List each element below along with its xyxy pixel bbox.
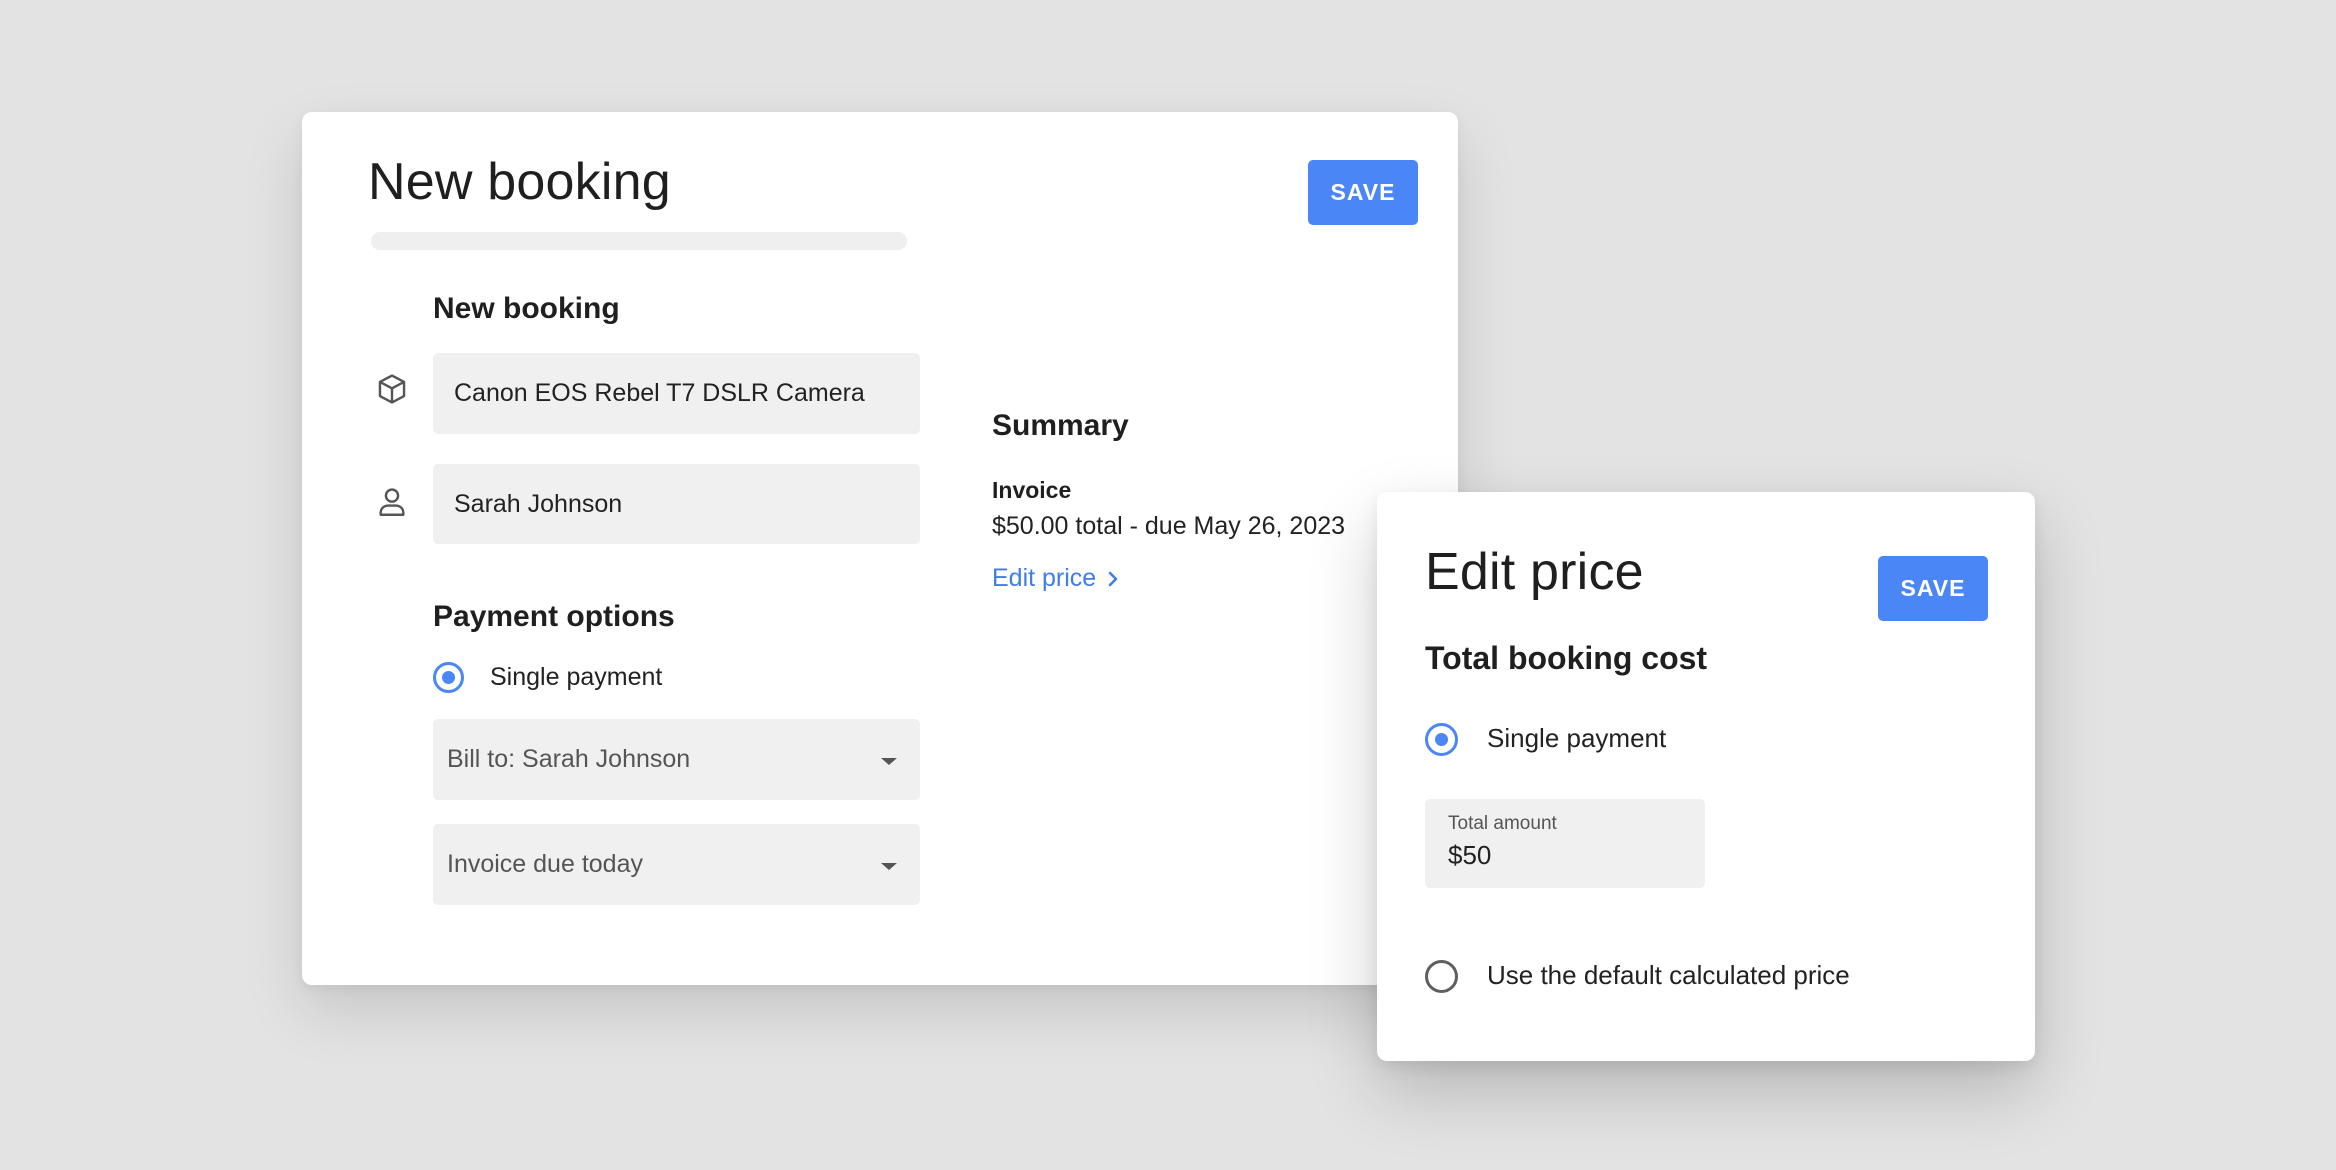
bill-to-select[interactable]: Bill to: Sarah Johnson xyxy=(433,719,920,800)
customer-field-value: Sarah Johnson xyxy=(454,489,623,518)
caret-down-icon xyxy=(881,862,897,870)
total-amount-field[interactable]: Total amount $50 xyxy=(1425,799,1705,888)
edit-price-card: Edit price SAVE Total booking cost Singl… xyxy=(1377,492,2035,1061)
total-amount-value: $50 xyxy=(1448,840,1492,870)
item-field[interactable]: Canon EOS Rebel T7 DSLR Camera xyxy=(433,353,920,434)
single-payment-label: Single payment xyxy=(1487,723,1667,753)
new-booking-card: New booking SAVE New booking Canon EOS R… xyxy=(302,112,1458,985)
edit-price-title: Edit price xyxy=(1425,543,1644,601)
invoice-detail: $50.00 total - due May 26, 2023 xyxy=(992,512,1346,540)
box-icon xyxy=(375,372,409,411)
total-booking-cost-title: Total booking cost xyxy=(1425,640,1708,676)
title-underline-bar xyxy=(371,232,907,250)
invoice-due-select[interactable]: Invoice due today xyxy=(433,824,920,905)
single-payment-label: Single payment xyxy=(490,663,663,691)
bill-to-value: Bill to: Sarah Johnson xyxy=(447,745,691,773)
section-title: New booking xyxy=(433,292,620,325)
single-payment-radio[interactable] xyxy=(1425,723,1458,756)
page-title: New booking xyxy=(368,153,671,211)
edit-price-link[interactable]: Edit price xyxy=(992,564,1120,593)
item-field-value: Canon EOS Rebel T7 DSLR Camera xyxy=(454,379,865,407)
invoice-label: Invoice xyxy=(992,477,1072,503)
default-price-label: Use the default calculated price xyxy=(1487,960,1850,990)
invoice-due-value: Invoice due today xyxy=(447,850,643,878)
save-button[interactable]: SAVE xyxy=(1308,160,1418,225)
chevron-right-icon xyxy=(1108,571,1118,586)
edit-price-save-button[interactable]: SAVE xyxy=(1878,556,1988,621)
single-payment-radio[interactable] xyxy=(433,662,464,693)
person-icon xyxy=(375,485,409,524)
caret-down-icon xyxy=(881,757,897,765)
total-amount-label: Total amount xyxy=(1448,813,1557,834)
summary-title: Summary xyxy=(992,409,1129,442)
payment-options-title: Payment options xyxy=(433,600,675,633)
default-price-radio[interactable] xyxy=(1425,960,1458,993)
customer-field[interactable]: Sarah Johnson xyxy=(433,464,920,544)
edit-price-label: Edit price xyxy=(992,564,1097,592)
